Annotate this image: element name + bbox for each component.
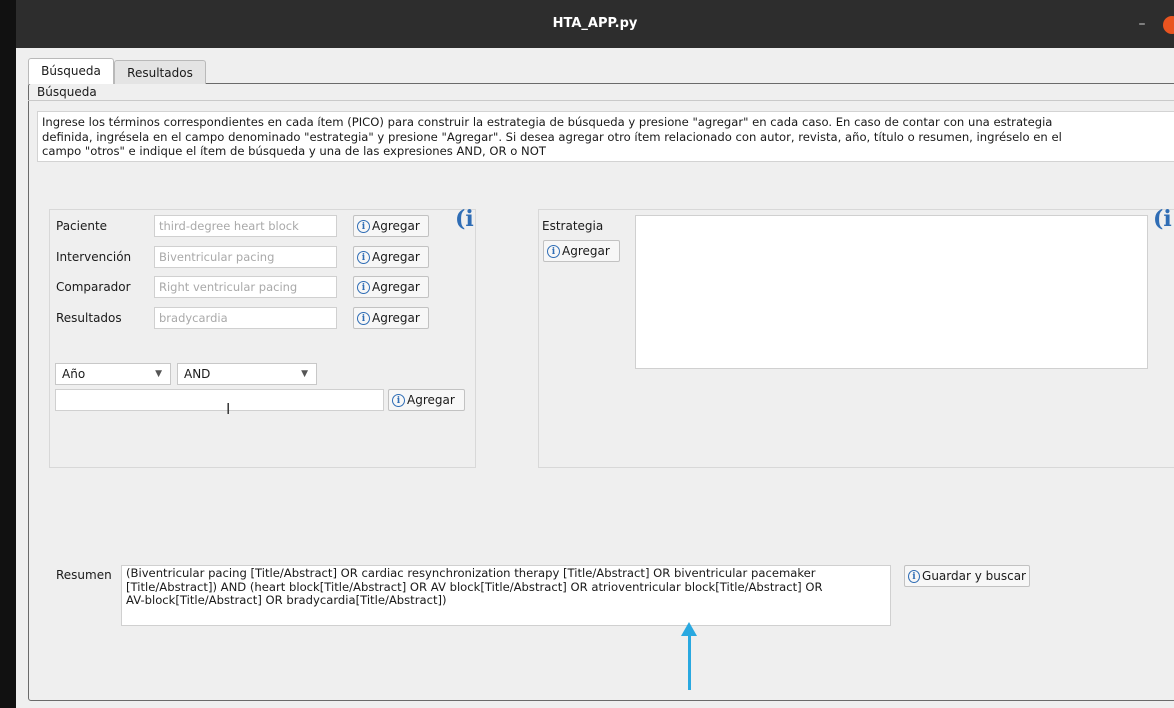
tab-busqueda[interactable]: Búsqueda <box>28 58 114 84</box>
intervencion-input[interactable]: Biventricular pacing <box>154 246 337 268</box>
pico-info-icon[interactable]: (i <box>455 207 474 231</box>
paciente-input[interactable]: third-degree heart block <box>154 215 337 237</box>
text-cursor-icon: I <box>226 400 231 418</box>
estrategia-info-icon[interactable]: (i <box>1153 207 1172 231</box>
group-divider <box>28 100 1174 101</box>
instructions-text: Ingrese los términos correspondientes en… <box>37 111 1174 162</box>
otros-field-value: Año <box>62 367 86 381</box>
estrategia-agregar-button[interactable]: i Agregar <box>543 240 620 262</box>
paciente-label: Paciente <box>56 219 108 233</box>
otros-input[interactable] <box>55 389 384 411</box>
annotation-arrow-shaft <box>688 635 691 690</box>
comparador-input[interactable]: Right ventricular pacing <box>154 276 337 298</box>
close-button[interactable] <box>1163 16 1174 34</box>
resumen-textarea[interactable]: (Biventricular pacing [Title/Abstract] O… <box>121 565 891 626</box>
otros-field-combo[interactable]: Año ▼ <box>55 363 171 385</box>
info-circle-icon: i <box>547 244 560 258</box>
intervencion-label: Intervención <box>56 250 132 264</box>
window-title: HTA_APP.py <box>552 16 638 31</box>
estrategia-label: Estrategia <box>542 219 604 233</box>
info-circle-icon: i <box>392 393 405 407</box>
resultados-label: Resultados <box>56 311 122 325</box>
otros-operator-value: AND <box>184 367 211 381</box>
paciente-agregar-button[interactable]: i Agregar <box>353 215 429 237</box>
resultados-input[interactable]: bradycardia <box>154 307 337 329</box>
resumen-label: Resumen <box>56 568 112 582</box>
button-label: Agregar <box>407 393 455 407</box>
chevron-down-icon: ▼ <box>155 369 162 379</box>
desktop-edge <box>0 0 16 708</box>
annotation-arrow-head <box>681 622 697 636</box>
button-label: Agregar <box>562 244 610 258</box>
button-label: Agregar <box>372 311 420 325</box>
button-label: Agregar <box>372 280 420 294</box>
info-circle-icon: i <box>357 250 370 264</box>
guardar-y-buscar-button[interactable]: i Guardar y buscar <box>904 565 1030 587</box>
intervencion-agregar-button[interactable]: i Agregar <box>353 246 429 268</box>
comparador-agregar-button[interactable]: i Agregar <box>353 276 429 298</box>
chevron-down-icon: ▼ <box>301 369 308 379</box>
comparador-label: Comparador <box>56 280 131 294</box>
estrategia-textarea[interactable] <box>635 215 1148 369</box>
info-circle-icon: i <box>357 280 370 294</box>
otros-operator-combo[interactable]: AND ▼ <box>177 363 317 385</box>
resultados-agregar-button[interactable]: i Agregar <box>353 307 429 329</box>
info-circle-icon: i <box>357 219 370 233</box>
button-label: Agregar <box>372 250 420 264</box>
tab-resultados[interactable]: Resultados <box>114 60 206 84</box>
info-circle-icon: i <box>357 311 370 325</box>
button-label: Agregar <box>372 219 420 233</box>
minimize-button[interactable]: – <box>1130 10 1154 38</box>
info-circle-icon: i <box>908 569 921 583</box>
otros-agregar-button[interactable]: i Agregar <box>388 389 465 411</box>
button-label: Guardar y buscar <box>922 569 1026 583</box>
group-title: Búsqueda <box>37 85 97 99</box>
